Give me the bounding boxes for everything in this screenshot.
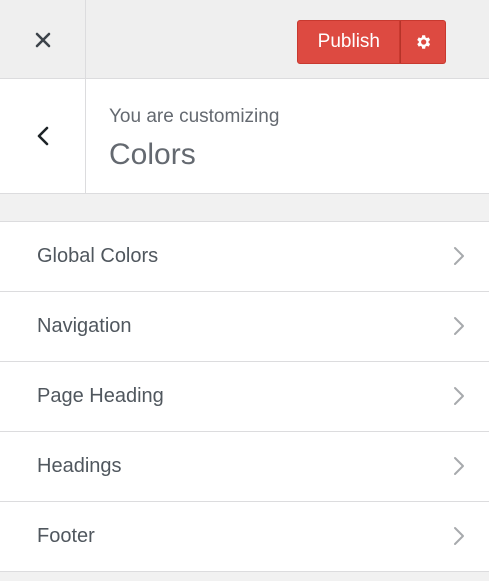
gear-icon: [417, 35, 431, 49]
close-icon: [35, 32, 50, 47]
chevron-right-icon: [454, 387, 464, 405]
publish-button[interactable]: Publish: [296, 20, 400, 64]
chevron-right-icon: [454, 247, 464, 265]
publish-actions: Publish: [296, 20, 446, 64]
menu-item-label: Headings: [37, 455, 122, 477]
section-title: Colors: [109, 138, 196, 171]
customizer-context: You are customizing Colors: [0, 79, 489, 194]
menu-item-headings[interactable]: Headings: [0, 432, 489, 502]
menu-item-navigation[interactable]: Navigation: [0, 292, 489, 362]
chevron-right-icon: [454, 457, 464, 475]
customizer-header: Publish: [0, 0, 489, 79]
chevron-right-icon: [454, 527, 464, 545]
menu-item-page-heading[interactable]: Page Heading: [0, 362, 489, 432]
menu-item-label: Page Heading: [37, 385, 164, 407]
menu-item-label: Global Colors: [37, 245, 159, 267]
section-divider: [0, 194, 489, 222]
panel-bottom: [0, 572, 489, 581]
menu-item-label: Navigation: [37, 315, 132, 337]
chevron-left-icon: [37, 126, 48, 146]
publish-settings-button[interactable]: [400, 20, 446, 64]
menu-item-global-colors[interactable]: Global Colors: [0, 222, 489, 292]
color-sections-list: Global Colors Navigation Page Heading He…: [0, 222, 489, 572]
menu-item-label: Footer: [37, 525, 95, 547]
context-subtitle: You are customizing: [109, 106, 280, 127]
chevron-right-icon: [454, 317, 464, 335]
menu-item-footer[interactable]: Footer: [0, 502, 489, 572]
close-button[interactable]: [0, 0, 86, 79]
back-button[interactable]: [0, 79, 86, 193]
